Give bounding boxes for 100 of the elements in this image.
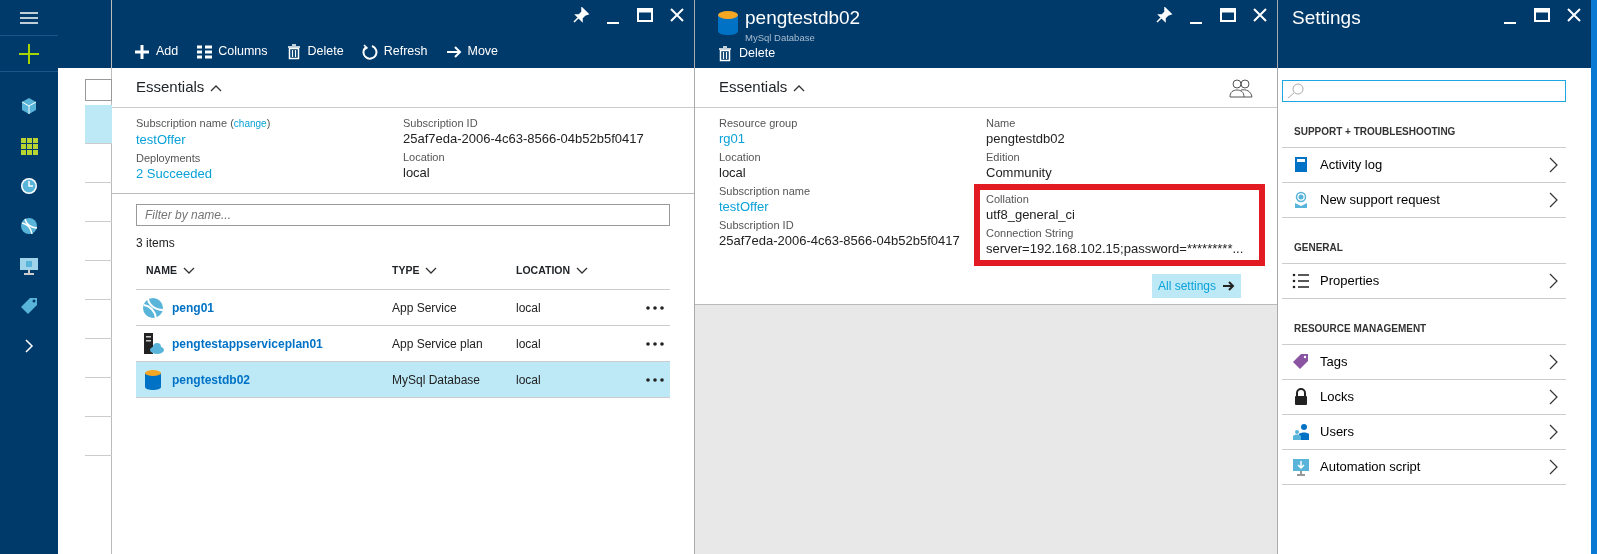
move-button[interactable]: Move — [445, 42, 499, 61]
menu-icon[interactable] — [19, 9, 39, 26]
field-value: Community — [986, 164, 1052, 182]
columns-button[interactable]: Columns — [196, 42, 268, 61]
chevron-right-icon — [1549, 192, 1558, 208]
refresh-icon — [361, 43, 378, 60]
table-cell-text: local — [516, 371, 542, 389]
pin-icon — [572, 6, 590, 24]
add-button[interactable]: Add — [134, 42, 179, 61]
field-label: Collation — [986, 192, 1030, 206]
field-label: Subscription name (change) — [136, 116, 272, 131]
settings-menu-item[interactable]: Tags — [1282, 345, 1566, 380]
field-label: Connection String — [986, 226, 1075, 240]
maximize-icon — [1220, 8, 1236, 22]
monitor-download-icon — [1292, 458, 1310, 476]
column-header[interactable]: TYPE — [392, 262, 438, 279]
settings-menu-item[interactable]: Users — [1282, 415, 1566, 450]
field-value: 25af7eda-2006-4c63-8566-04b52b5f0417 — [719, 232, 960, 250]
trash-icon — [717, 45, 733, 62]
minimize-icon — [1190, 22, 1202, 24]
search-field[interactable] — [1282, 80, 1566, 102]
cube-icon[interactable] — [20, 97, 38, 115]
maximize-button[interactable] — [1219, 6, 1237, 24]
maximize-button[interactable] — [1533, 6, 1551, 24]
globe-icon[interactable] — [20, 217, 38, 235]
column-header[interactable]: NAME — [146, 262, 195, 279]
section-heading: SUPPORT + TROUBLESHOOTING — [1282, 102, 1566, 148]
table-row[interactable]: pengtestdb02 MySql Database local — [136, 362, 670, 398]
monitor-icon[interactable] — [19, 257, 39, 275]
close-icon — [1567, 8, 1581, 22]
chevron-right-icon — [1549, 424, 1558, 440]
minimize-icon — [1504, 22, 1516, 24]
list-icon — [1292, 272, 1310, 290]
settings-menu-item[interactable]: Automation script — [1282, 450, 1566, 485]
chevron-down-icon — [576, 266, 589, 275]
field-label: Subscription name — [719, 184, 812, 198]
server-cloud-icon — [142, 332, 164, 355]
table-cell-text: App Service plan — [392, 335, 484, 353]
globe-icon — [142, 296, 164, 319]
field-value: utf8_general_ci — [986, 206, 1076, 224]
chevron-up-icon — [793, 83, 806, 92]
settings-menu-item[interactable]: New support request — [1282, 183, 1566, 218]
chevron-down-icon — [182, 266, 195, 275]
field-label: Deployments — [136, 151, 202, 165]
maximize-button[interactable] — [636, 6, 654, 24]
blade-title: pengtestdb02 — [745, 6, 861, 30]
pin-button[interactable] — [1155, 6, 1173, 24]
refresh-button[interactable]: Refresh — [361, 42, 428, 61]
resource-link[interactable]: peng01 — [172, 298, 214, 317]
arrow-right-icon — [1222, 280, 1235, 292]
field-label: Subscription ID — [403, 116, 479, 130]
tag-icon — [1292, 353, 1310, 371]
chevron-right-icon — [1549, 354, 1558, 370]
field-label: Location — [719, 150, 762, 164]
field-value: local — [719, 164, 746, 182]
blade-subtitle: MySql Database — [745, 32, 816, 43]
field-value: pengtestdb02 — [986, 130, 1065, 148]
essentials-toggle[interactable]: Essentials — [136, 76, 223, 99]
table-cell-text: App Service — [392, 299, 458, 317]
item-count: 3 items — [136, 235, 176, 252]
field-value: server=192.168.102.15;password=*********... — [986, 240, 1245, 258]
settings-menu-item[interactable]: Activity log — [1282, 148, 1566, 183]
close-button[interactable] — [1251, 6, 1269, 24]
close-icon — [670, 8, 684, 22]
essentials-toggle[interactable]: Essentials — [719, 76, 806, 99]
field-value: local — [403, 164, 430, 182]
table-cell-text: MySql Database — [392, 371, 482, 389]
more-icon — [646, 378, 664, 383]
book-icon — [1292, 156, 1310, 174]
table-cell-text: local — [516, 299, 542, 317]
table-row[interactable]: peng01 App Service local — [136, 290, 670, 326]
support-person-icon — [1292, 191, 1310, 209]
column-header[interactable]: LOCATION — [516, 262, 589, 279]
chevron-right-icon — [1549, 389, 1558, 405]
more-icon — [646, 342, 664, 347]
grid-icon[interactable] — [20, 137, 38, 155]
resource-link[interactable]: pengtestdb02 — [172, 370, 250, 389]
users-icon — [1292, 423, 1310, 441]
section-heading: RESOURCE MANAGEMENT — [1282, 299, 1566, 345]
close-button[interactable] — [1565, 6, 1583, 24]
table-cell-text: local — [516, 335, 542, 353]
resource-link[interactable]: pengtestappserviceplan01 — [172, 334, 323, 353]
settings-menu-item[interactable]: Properties — [1282, 264, 1566, 299]
field-value: 25af7eda-2006-4c63-8566-04b52b5f0417 — [403, 130, 644, 148]
field-label: Name — [986, 116, 1017, 130]
pin-button[interactable] — [572, 6, 590, 24]
chevron-right-icon — [1549, 157, 1558, 173]
field-label: Location — [403, 150, 446, 164]
filter-field[interactable]: Filter by name... — [136, 204, 670, 226]
settings-menu-item[interactable]: Locks — [1282, 380, 1566, 415]
chevron-right-icon[interactable] — [24, 339, 34, 353]
delete-button[interactable]: Delete — [717, 44, 776, 63]
close-button[interactable] — [668, 6, 686, 24]
chevron-right-icon — [1549, 273, 1558, 289]
tag-icon[interactable] — [20, 297, 38, 315]
plus-icon[interactable] — [19, 43, 39, 64]
clock-icon[interactable] — [20, 177, 38, 195]
users-icon[interactable] — [1229, 77, 1253, 98]
field-label: Resource group — [719, 116, 799, 130]
delete-button[interactable]: Delete — [285, 42, 344, 61]
